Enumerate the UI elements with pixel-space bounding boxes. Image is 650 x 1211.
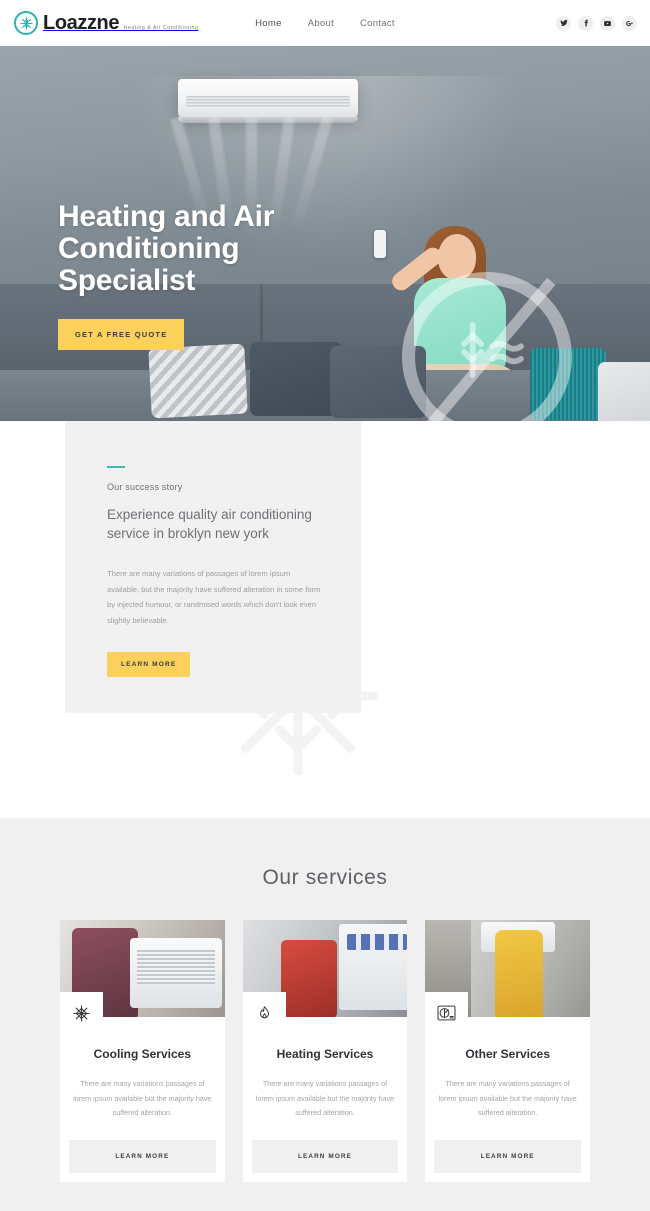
nav-item-about[interactable]: About bbox=[308, 18, 334, 29]
service-card-title: Other Services bbox=[465, 1047, 551, 1061]
flame-icon bbox=[242, 992, 286, 1034]
hero-ac-unit bbox=[178, 79, 358, 123]
service-card-learn-more-button[interactable]: LEARN MORE bbox=[251, 1139, 399, 1173]
hero-slider: Heating and Air Conditioning Specialist … bbox=[0, 46, 650, 421]
google-plus-icon[interactable] bbox=[622, 15, 637, 31]
nav-item-contact[interactable]: Contact bbox=[360, 18, 395, 29]
service-card-other[interactable]: Other Services There are many variations… bbox=[425, 920, 591, 1182]
service-card-text: There are many variations passages of lo… bbox=[255, 1079, 395, 1117]
service-card-cooling[interactable]: Cooling Services There are many variatio… bbox=[60, 920, 225, 1182]
hero-title-line-3: Specialist bbox=[58, 264, 196, 297]
hero-pillow bbox=[598, 362, 650, 421]
services-title: Our services bbox=[262, 866, 388, 889]
twitter-icon[interactable] bbox=[556, 15, 571, 31]
brand-tagline: Heating & Air Conditioning bbox=[123, 25, 199, 31]
about-kicker: Our success story bbox=[107, 482, 183, 492]
services-section: Our services Cooling Services There are … bbox=[0, 818, 650, 1211]
service-card-cta-label: LEARN MORE bbox=[298, 1153, 352, 1160]
accent-dash bbox=[107, 466, 125, 468]
about-section: Our success story Experience quality air… bbox=[0, 421, 650, 804]
hero-pillow bbox=[250, 342, 342, 416]
hero-content: Heating and Air Conditioning Specialist … bbox=[58, 201, 274, 350]
brand-logo[interactable]: Loazzne Heating & Air Conditioning bbox=[14, 11, 198, 35]
hero-title-line-2: Conditioning bbox=[58, 232, 240, 265]
nav-item-home[interactable]: Home bbox=[255, 18, 282, 29]
ac-unit-icon bbox=[425, 992, 469, 1034]
services-cards: Cooling Services There are many variatio… bbox=[60, 920, 591, 1182]
hero-pillow bbox=[530, 348, 606, 420]
hero-title: Heating and Air Conditioning Specialist bbox=[58, 201, 274, 297]
service-card-text: There are many variations passages of lo… bbox=[73, 1079, 212, 1117]
get-a-free-quote-button[interactable]: GET A FREE QUOTE bbox=[58, 319, 185, 350]
hero-pillow bbox=[148, 343, 248, 419]
youtube-icon[interactable] bbox=[600, 15, 615, 31]
main-nav: Home About Contact bbox=[255, 18, 395, 29]
about-heading: Experience quality air conditioning serv… bbox=[107, 507, 312, 541]
hero-title-line-1: Heating and Air bbox=[58, 200, 275, 233]
service-card-cta-label: LEARN MORE bbox=[115, 1153, 170, 1160]
service-card-heating[interactable]: Heating Services There are many variatio… bbox=[242, 920, 408, 1182]
hero-pillow bbox=[330, 346, 426, 418]
snowflake-icon bbox=[60, 992, 103, 1034]
service-card-text: There are many variations passages of lo… bbox=[438, 1079, 577, 1117]
brand-name: Loazzne bbox=[43, 12, 120, 34]
service-card-learn-more-button[interactable]: LEARN MORE bbox=[434, 1139, 582, 1173]
service-card-cta-label: LEARN MORE bbox=[480, 1153, 535, 1160]
service-card-title: Cooling Services bbox=[93, 1047, 192, 1061]
about-text-card: Our success story Experience quality air… bbox=[65, 421, 361, 713]
about-learn-more-button[interactable]: LEARN MORE bbox=[107, 652, 191, 677]
about-paragraph: There are many variations of passages of… bbox=[107, 569, 321, 625]
service-card-learn-more-button[interactable]: LEARN MORE bbox=[69, 1139, 216, 1173]
social-links bbox=[556, 15, 637, 31]
service-card-title: Heating Services bbox=[276, 1047, 374, 1061]
site-header: Loazzne Heating & Air Conditioning Home … bbox=[0, 0, 650, 46]
facebook-icon[interactable] bbox=[578, 15, 593, 31]
snowflake-circle-logo-icon bbox=[14, 11, 38, 35]
